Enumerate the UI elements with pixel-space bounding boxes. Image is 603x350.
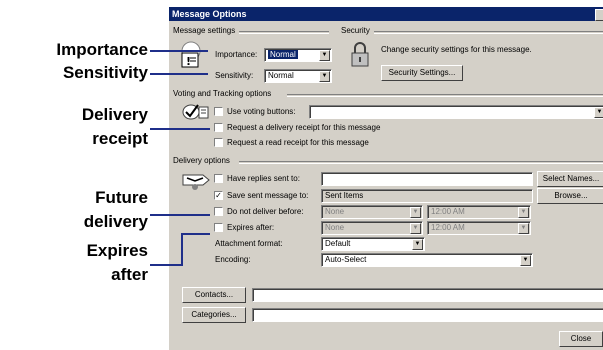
- expires-date-select: None ▼: [321, 221, 423, 235]
- importance-label: Importance:: [215, 50, 258, 59]
- security-settings-button[interactable]: Security Settings...: [381, 65, 463, 81]
- callout-importance: Importance: [56, 40, 148, 59]
- callout-delivery-receipt-line2: receipt: [92, 129, 148, 148]
- message-settings-icon: !: [177, 41, 205, 71]
- expires-time-arrow-icon: ▼: [518, 223, 529, 234]
- do-not-deliver-date-arrow-icon: ▼: [410, 207, 421, 218]
- save-sent-folder-value: Sent Items: [325, 191, 364, 200]
- do-not-deliver-time-value: 12:00 AM: [431, 207, 465, 216]
- do-not-deliver-time-select: 12:00 AM ▼: [427, 205, 531, 219]
- security-group-label: Security: [341, 26, 370, 35]
- importance-dropdown-arrow-icon[interactable]: ▼: [319, 50, 330, 61]
- callout-line-delivery-receipt: [150, 128, 210, 130]
- sensitivity-select[interactable]: Normal ▼: [264, 69, 332, 83]
- sensitivity-value: Normal: [268, 71, 294, 80]
- message-options-dialog: Message Options Message settings ! Impor…: [168, 6, 603, 350]
- callout-sensitivity: Sensitivity: [62, 63, 148, 82]
- attachment-format-label: Attachment format:: [215, 239, 283, 248]
- save-sent-folder-field: Sent Items: [321, 189, 533, 203]
- save-sent-checkbox[interactable]: ✓: [214, 191, 223, 200]
- select-names-button[interactable]: Select Names...: [537, 171, 603, 187]
- security-divider: [374, 31, 603, 34]
- dialog-titlebar: Message Options: [169, 7, 603, 21]
- have-replies-input[interactable]: [321, 172, 533, 186]
- callout-line-importance: [150, 50, 208, 52]
- dialog-title: Message Options: [172, 9, 247, 19]
- voting-check-icon: [182, 102, 210, 120]
- do-not-deliver-label: Do not deliver before:: [227, 207, 304, 216]
- callout-line-expires-top: [181, 233, 210, 235]
- do-not-deliver-date-select: None ▼: [321, 205, 423, 219]
- callout-expires-after-line2: after: [111, 265, 148, 284]
- attachment-format-select[interactable]: Default ▼: [321, 237, 425, 251]
- callout-expires-after-line1: Expires: [86, 241, 148, 260]
- do-not-deliver-checkbox[interactable]: [214, 207, 223, 216]
- lock-icon: [349, 41, 371, 69]
- voting-dropdown-arrow-icon[interactable]: ▼: [594, 107, 603, 118]
- delivery-options-icon: [181, 169, 211, 191]
- use-voting-buttons-label: Use voting buttons:: [227, 107, 296, 116]
- contacts-button[interactable]: Contacts...: [182, 287, 246, 303]
- categories-button[interactable]: Categories...: [182, 307, 246, 323]
- delivery-group-label: Delivery options: [173, 156, 230, 165]
- use-voting-buttons-checkbox[interactable]: [214, 107, 223, 116]
- expires-date-value: None: [325, 223, 345, 232]
- browse-button[interactable]: Browse...: [537, 188, 603, 204]
- importance-value: Normal: [268, 50, 298, 59]
- close-button[interactable]: Close: [559, 331, 603, 347]
- callout-future-delivery-line1: Future: [95, 188, 148, 207]
- read-receipt-checkbox[interactable]: [214, 138, 223, 147]
- attachment-format-value: Default: [325, 239, 351, 248]
- have-replies-checkbox[interactable]: [214, 174, 223, 183]
- do-not-deliver-date-value: None: [325, 207, 345, 216]
- importance-select[interactable]: Normal ▼: [264, 48, 332, 62]
- voting-divider: [287, 94, 603, 97]
- callout-future-delivery-line2: delivery: [83, 212, 148, 231]
- callout-line-sensitivity: [150, 73, 208, 75]
- contacts-input[interactable]: [252, 288, 603, 302]
- categories-input[interactable]: [252, 308, 603, 322]
- sensitivity-label: Sensitivity:: [215, 71, 254, 80]
- expires-date-arrow-icon: ▼: [410, 223, 421, 234]
- callout-line-expires-v: [181, 233, 183, 265]
- expires-after-label: Expires after:: [227, 223, 275, 232]
- encoding-label: Encoding:: [215, 255, 251, 264]
- message-settings-divider: [239, 31, 329, 34]
- encoding-arrow-icon[interactable]: ▼: [520, 255, 531, 266]
- close-window-icon[interactable]: [595, 9, 603, 21]
- expires-after-checkbox[interactable]: [214, 223, 223, 232]
- encoding-value: Auto-Select: [325, 255, 367, 264]
- expires-time-value: 12:00 AM: [431, 223, 465, 232]
- security-description: Change security settings for this messag…: [381, 45, 532, 54]
- save-sent-label: Save sent message to:: [227, 191, 309, 200]
- callout-delivery-receipt-line1: Delivery: [81, 105, 148, 124]
- expires-time-select: 12:00 AM ▼: [427, 221, 531, 235]
- attachment-format-arrow-icon[interactable]: ▼: [412, 239, 423, 250]
- delivery-divider: [239, 161, 603, 164]
- callout-line-future-delivery: [150, 214, 210, 216]
- delivery-receipt-label: Request a delivery receipt for this mess…: [227, 123, 381, 132]
- have-replies-label: Have replies sent to:: [227, 174, 300, 183]
- sensitivity-dropdown-arrow-icon[interactable]: ▼: [319, 71, 330, 82]
- do-not-deliver-time-arrow-icon: ▼: [518, 207, 529, 218]
- voting-group-label: Voting and Tracking options: [173, 89, 272, 98]
- message-settings-group-label: Message settings: [173, 26, 236, 35]
- voting-buttons-select[interactable]: ▼: [309, 105, 603, 119]
- callout-line-expires-bottom: [150, 264, 183, 266]
- read-receipt-label: Request a read receipt for this message: [227, 138, 369, 147]
- encoding-select[interactable]: Auto-Select ▼: [321, 253, 533, 267]
- delivery-receipt-checkbox[interactable]: [214, 123, 223, 132]
